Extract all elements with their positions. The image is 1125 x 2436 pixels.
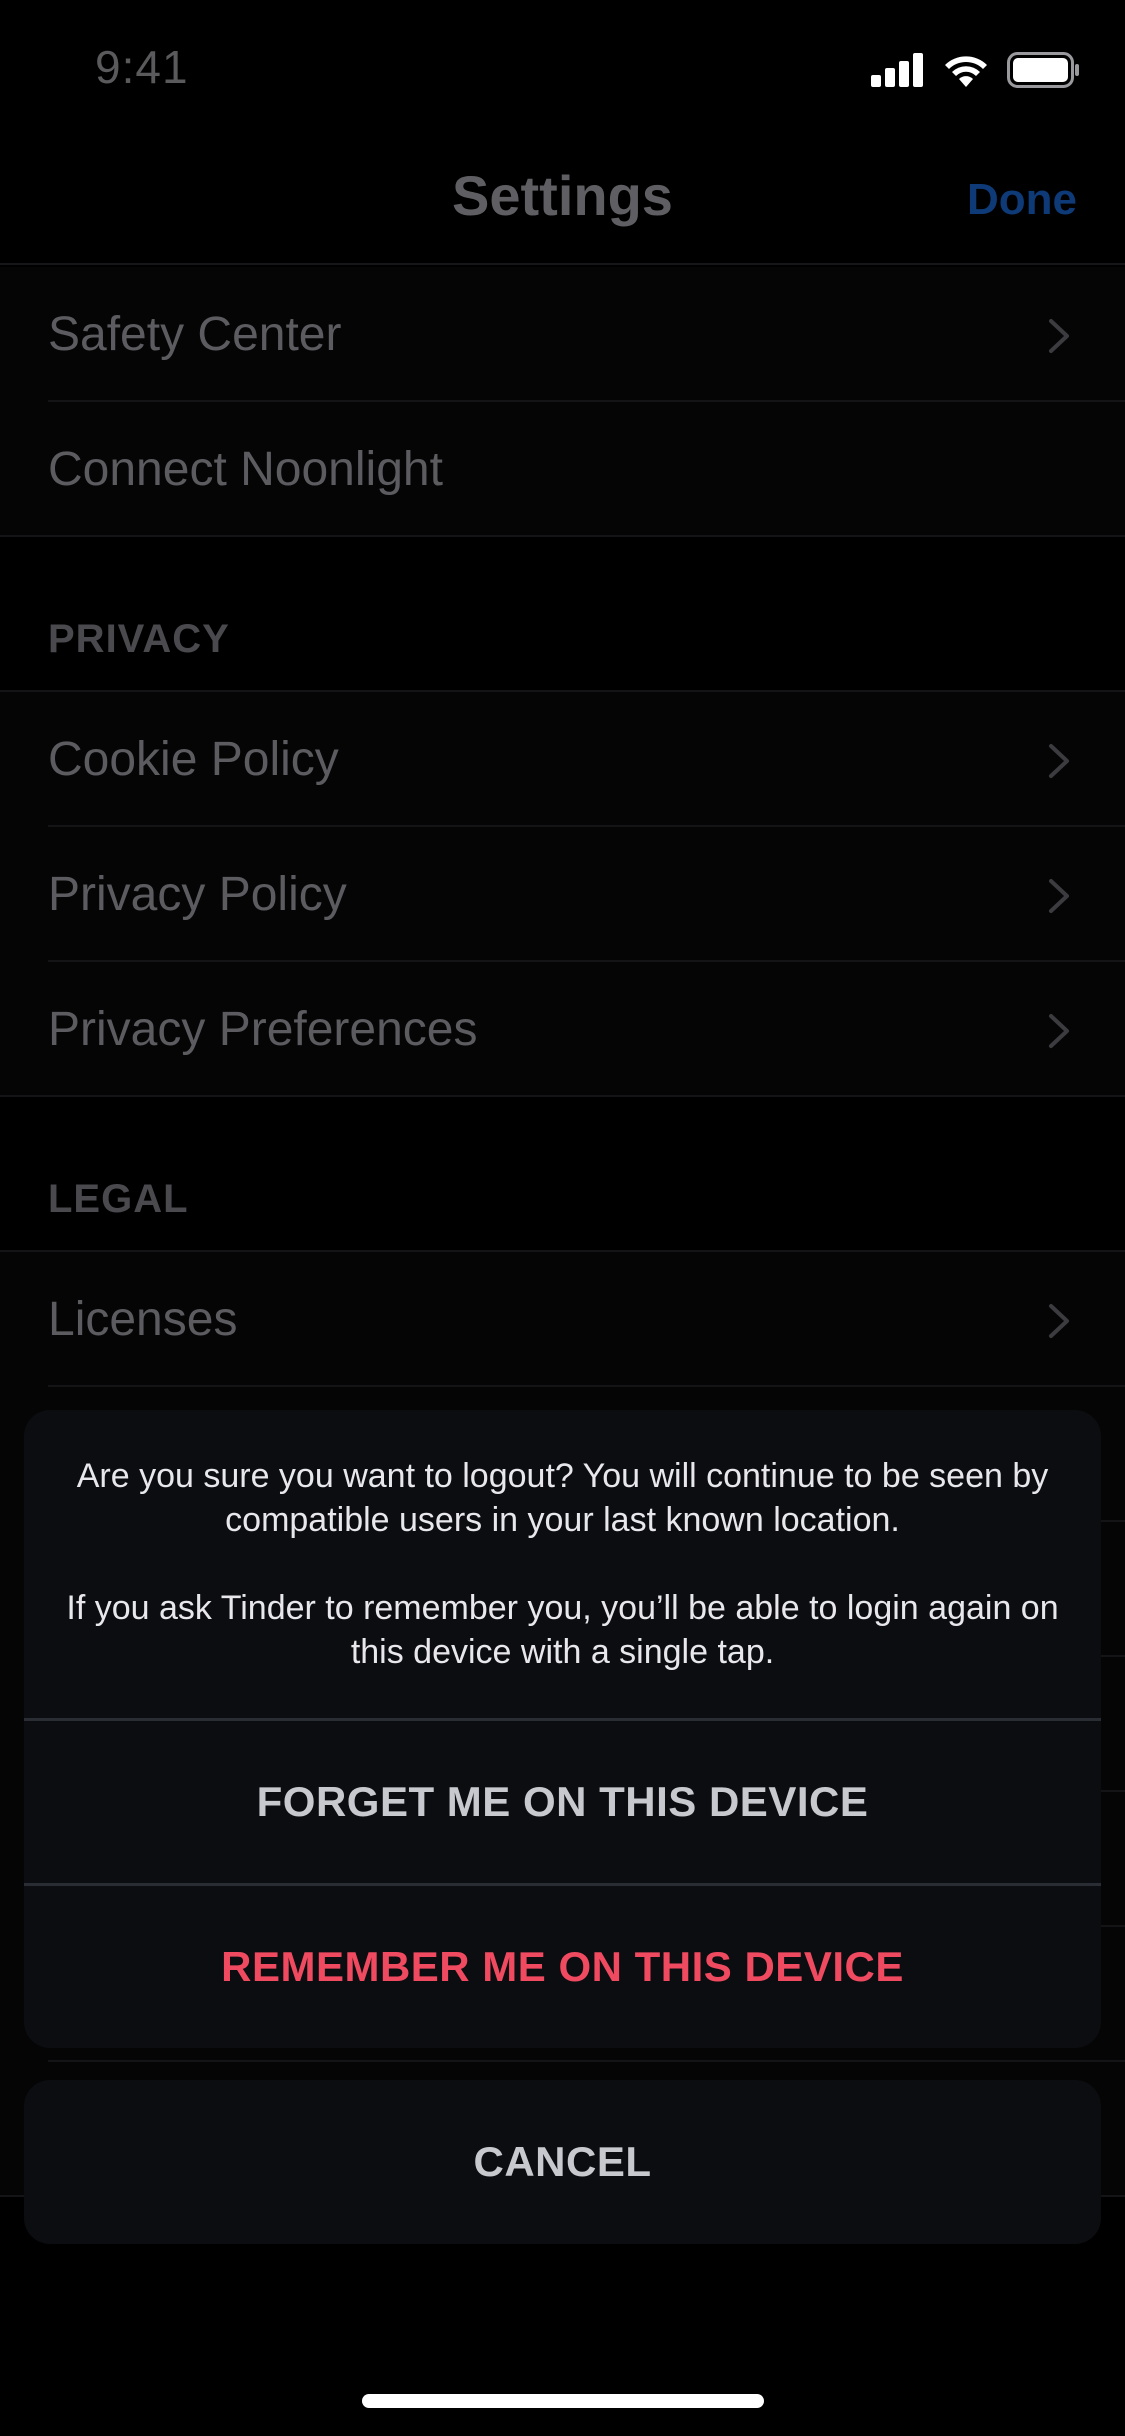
forget-me-button[interactable]: FORGET ME ON THIS DEVICE (24, 1721, 1101, 1883)
settings-item-connect-noonlight[interactable]: Connect Noonlight (0, 402, 1125, 537)
cancel-button[interactable]: CANCEL (24, 2080, 1101, 2244)
section-header-label: PRIVACY (48, 617, 230, 661)
settings-item-label: Cookie Policy (48, 733, 339, 786)
settings-item-privacy-preferences[interactable]: Privacy Preferences (0, 962, 1125, 1097)
settings-item-label: Safety Center (48, 308, 342, 361)
logout-action-sheet: Are you sure you want to logout? You wil… (24, 1410, 1101, 2048)
chevron-right-icon (1049, 1304, 1069, 1338)
battery-icon (1007, 52, 1079, 88)
done-button[interactable]: Done (967, 175, 1077, 225)
signal-icon (871, 53, 923, 87)
page-title: Settings (452, 164, 673, 227)
logout-message-line1: Are you sure you want to logout? You wil… (76, 1457, 1049, 1539)
settings-item-licenses[interactable]: Licenses (0, 1252, 1125, 1387)
section-header-legal: LEGAL (0, 1097, 1125, 1252)
settings-item-cookie-policy[interactable]: Cookie Policy (0, 692, 1125, 827)
chevron-right-icon (1049, 744, 1069, 778)
chevron-right-icon (1049, 879, 1069, 913)
logout-message-line2: If you ask Tinder to remember you, you’l… (66, 1589, 1059, 1671)
settings-item-safety-center[interactable]: Safety Center (0, 267, 1125, 402)
logout-message: Are you sure you want to logout? You wil… (64, 1454, 1061, 1718)
status-icons (871, 50, 1081, 90)
wifi-icon (945, 56, 987, 87)
settings-item-label: Connect Noonlight (48, 443, 443, 496)
navigation-bar: Settings Done (0, 135, 1125, 265)
status-bar: 9:41 (0, 0, 1125, 135)
remember-me-button[interactable]: REMEMBER ME ON THIS DEVICE (24, 1886, 1101, 2048)
settings-item-label: Privacy Policy (48, 868, 347, 921)
section-header-label: LEGAL (48, 1177, 189, 1221)
section-header-privacy: PRIVACY (0, 537, 1125, 692)
chevron-right-icon (1049, 319, 1069, 353)
home-indicator[interactable] (362, 2394, 764, 2408)
settings-item-label: Privacy Preferences (48, 1003, 478, 1056)
settings-item-label: Licenses (48, 1293, 238, 1346)
settings-item-privacy-policy[interactable]: Privacy Policy (0, 827, 1125, 962)
status-time: 9:41 (95, 41, 189, 93)
chevron-right-icon (1049, 1014, 1069, 1048)
